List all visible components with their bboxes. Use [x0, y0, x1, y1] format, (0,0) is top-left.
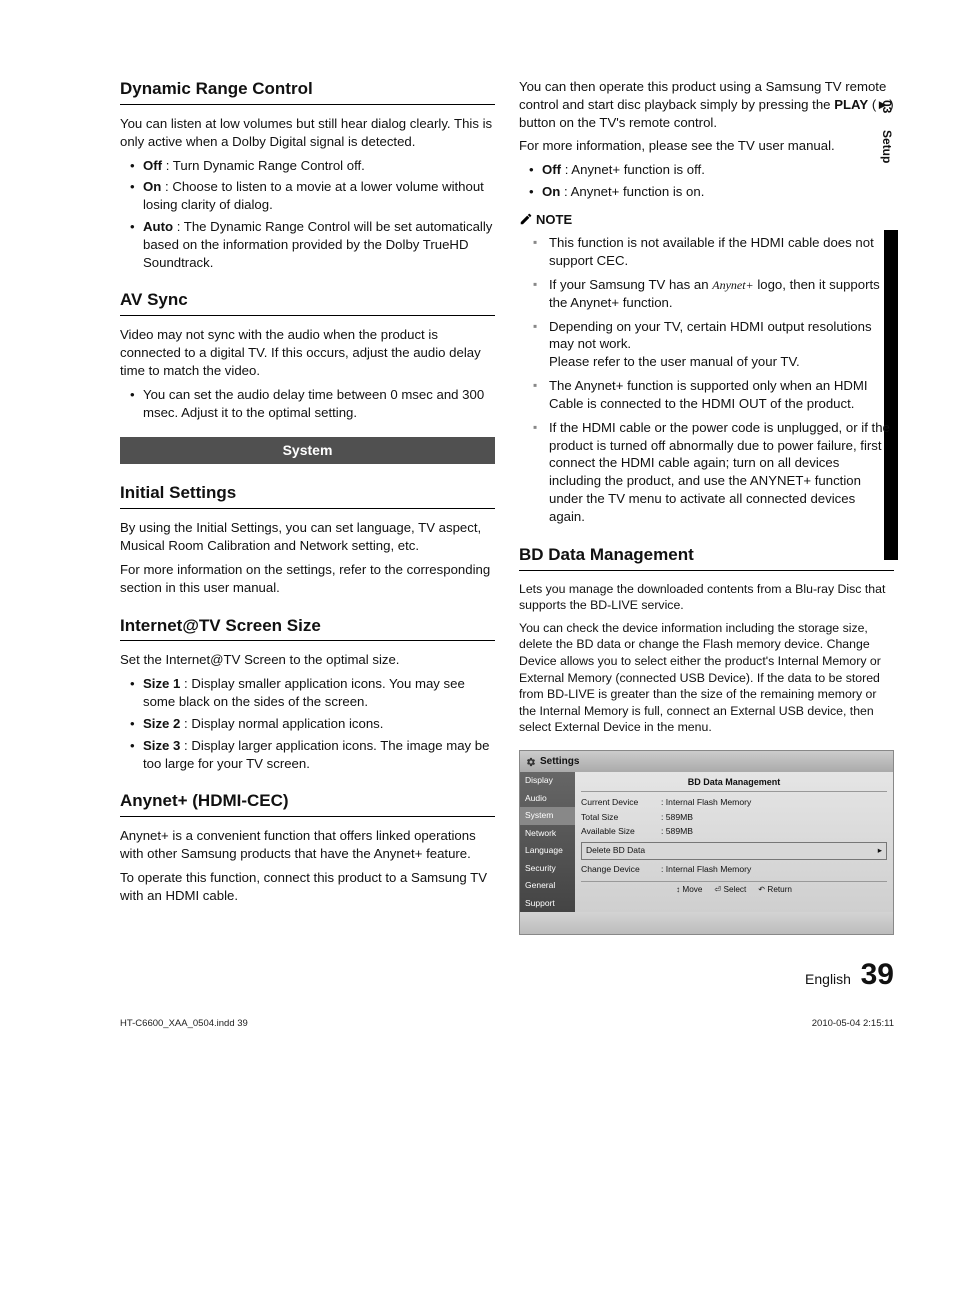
print-metadata: HT-C6600_XAA_0504.indd 39 2010-05-04 2:1… [120, 1018, 894, 1029]
panel-info-row: Total Size: 589MB [581, 810, 887, 825]
panel-info-row: Available Size: 589MB [581, 825, 887, 840]
gear-icon [526, 757, 536, 767]
note-4: The Anynet+ function is supported only w… [533, 377, 894, 413]
nav-select: ⏎ Select [714, 884, 746, 895]
heading-iatv: Internet@TV Screen Size [120, 615, 495, 642]
heading-avsync: AV Sync [120, 289, 495, 316]
system-section-bar: System [120, 437, 495, 464]
left-column: Dynamic Range Control You can listen at … [120, 60, 495, 996]
avsync-intro: Video may not sync with the audio when t… [120, 326, 495, 379]
meta-file: HT-C6600_XAA_0504.indd 39 [120, 1018, 248, 1029]
page-number: 39 [861, 958, 894, 991]
anynet-p1: Anynet+ is a convenient function that of… [120, 827, 495, 863]
avsync-bullet: You can set the audio delay time between… [130, 386, 495, 422]
panel-menu-support: Support [520, 895, 575, 912]
note-2: If your Samsung TV has an Anynet+ logo, … [533, 276, 894, 312]
note-1: This function is not available if the HD… [533, 234, 894, 270]
panel-menu-system: System [520, 807, 575, 824]
panel-menu-language: Language [520, 842, 575, 859]
heading-anynet: Anynet+ (HDMI-CEC) [120, 790, 495, 817]
panel-header: Settings [520, 751, 893, 773]
panel-menu-network: Network [520, 825, 575, 842]
panel-menu-security: Security [520, 860, 575, 877]
anynet-logo: Anynet+ [712, 278, 753, 292]
panel-nav-hints: ↕ Move ⏎ Select ↶ Return [581, 881, 887, 895]
heading-initial: Initial Settings [120, 482, 495, 509]
anynet-on: On : Anynet+ function is on. [529, 183, 894, 201]
heading-bd: BD Data Management [519, 544, 894, 571]
iatv-size3: Size 3 : Display larger application icon… [130, 737, 495, 773]
initial-p2: For more information on the settings, re… [120, 561, 495, 597]
iatv-intro: Set the Internet@TV Screen to the optima… [120, 651, 495, 669]
panel-menu-general: General [520, 877, 575, 894]
right-column: You can then operate this product using … [519, 60, 894, 996]
chapter-name: Setup [880, 130, 894, 163]
pencil-icon [519, 212, 533, 226]
drc-on: On : Choose to listen to a movie at a lo… [130, 178, 495, 214]
drc-auto: Auto : The Dynamic Range Control will be… [130, 218, 495, 271]
anynet-off: Off : Anynet+ function is off. [529, 161, 894, 179]
panel-menu-audio: Audio [520, 790, 575, 807]
chapter-number: 03 [880, 100, 894, 113]
nav-move: ↕ Move [676, 884, 702, 895]
initial-p1: By using the Initial Settings, you can s… [120, 519, 495, 555]
note-5: If the HDMI cable or the power code is u… [533, 419, 894, 526]
panel-side-menu: DisplayAudioSystemNetworkLanguageSecurit… [520, 772, 575, 912]
iatv-size2: Size 2 : Display normal application icon… [130, 715, 495, 733]
bd-p1: Lets you manage the downloaded contents … [519, 581, 894, 614]
meta-date: 2010-05-04 2:15:11 [812, 1018, 894, 1029]
anynet-p2: To operate this function, connect this p… [120, 869, 495, 905]
heading-drc: Dynamic Range Control [120, 78, 495, 105]
anynet-cont1: You can then operate this product using … [519, 78, 894, 131]
page-footer: English 39 [519, 955, 894, 996]
note-3: Depending on your TV, certain HDMI outpu… [533, 318, 894, 371]
panel-info-row: Current Device: Internal Flash Memory [581, 796, 887, 811]
panel-change-device: Change Device: Internal Flash Memory [581, 863, 887, 878]
settings-panel-illustration: Settings DisplayAudioSystemNetworkLangua… [519, 750, 894, 935]
panel-delete-bd-data: Delete BD Data▸ [581, 842, 887, 859]
chevron-right-icon: ▸ [878, 845, 882, 856]
nav-return: ↶ Return [758, 884, 792, 895]
drc-intro: You can listen at low volumes but still … [120, 115, 495, 151]
bd-p2: You can check the device information inc… [519, 620, 894, 736]
panel-content-title: BD Data Management [581, 774, 887, 791]
drc-off: Off : Turn Dynamic Range Control off. [130, 157, 495, 175]
page-language: English [805, 971, 851, 987]
iatv-size1: Size 1 : Display smaller application ico… [130, 675, 495, 711]
panel-menu-display: Display [520, 772, 575, 789]
note-label: NOTE [519, 211, 894, 229]
anynet-cont2: For more information, please see the TV … [519, 137, 894, 155]
